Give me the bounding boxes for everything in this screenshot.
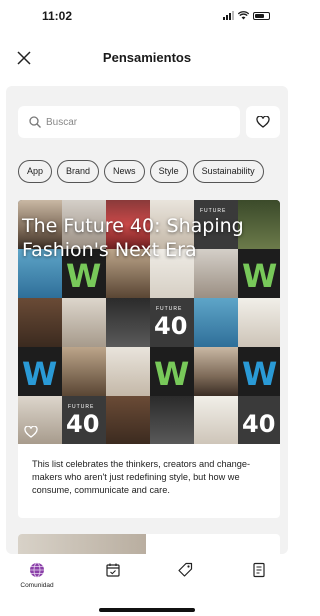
chip-brand[interactable]: Brand xyxy=(57,160,100,183)
status-icons xyxy=(223,11,270,20)
calendar-icon xyxy=(106,563,120,577)
status-time: 11:02 xyxy=(42,9,73,23)
tag-icon xyxy=(178,562,193,577)
chip-sustainability[interactable]: Sustainability xyxy=(192,160,264,183)
article-card[interactable]: FUTURE FUTURE40 FUTURE4040 The Future 40… xyxy=(18,200,280,518)
next-article-image xyxy=(18,534,146,554)
article-description: This list celebrates the thinkers, creat… xyxy=(32,459,251,495)
search-box[interactable] xyxy=(18,106,240,138)
heart-outline-icon[interactable] xyxy=(24,426,38,438)
search-input[interactable] xyxy=(46,106,226,138)
search-icon xyxy=(29,116,41,128)
article-title: The Future 40: Shaping Fashion's Next Er… xyxy=(22,215,244,261)
document-icon xyxy=(253,562,265,578)
header: Pensamientos xyxy=(0,40,294,76)
signal-icon xyxy=(223,11,234,20)
status-bar: 11:02 xyxy=(0,0,294,36)
home-indicator xyxy=(99,608,195,612)
page-title: Pensamientos xyxy=(102,50,192,65)
next-article-card[interactable] xyxy=(18,534,280,554)
tab-label-comunidad: Comunidad xyxy=(20,582,54,589)
filter-chips: App Brand News Style Sustainability xyxy=(18,160,264,183)
chip-style[interactable]: Style xyxy=(149,160,188,183)
tab-comunidad[interactable]: Comunidad xyxy=(12,562,62,589)
content-area: App Brand News Style Sustainability FUTU… xyxy=(6,86,288,554)
chip-app[interactable]: App xyxy=(18,160,53,183)
tab-tags[interactable] xyxy=(160,562,210,578)
tab-calendar[interactable] xyxy=(88,562,138,578)
globe-icon xyxy=(30,562,44,578)
wifi-icon xyxy=(238,11,249,20)
battery-icon xyxy=(253,11,270,20)
tab-bar: Comunidad xyxy=(0,554,294,616)
chip-news[interactable]: News xyxy=(104,160,145,183)
heart-icon xyxy=(256,116,270,128)
favorites-button[interactable] xyxy=(246,106,280,138)
search-row xyxy=(18,106,280,138)
tab-documents[interactable] xyxy=(234,562,284,578)
article-image: FUTURE FUTURE40 FUTURE4040 The Future 40… xyxy=(18,200,280,444)
